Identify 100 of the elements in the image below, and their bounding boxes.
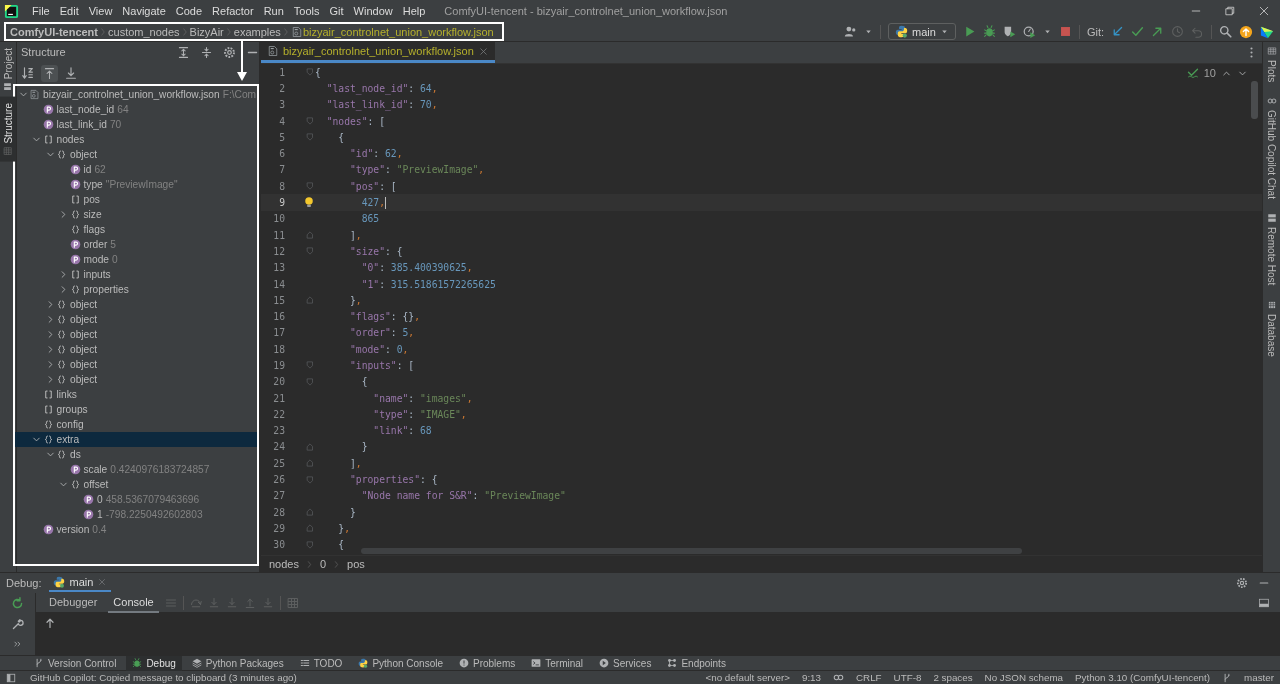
status-item[interactable]: CRLF bbox=[856, 672, 882, 683]
menu-item[interactable]: Git bbox=[324, 5, 349, 17]
status-item[interactable]: 2 spaces bbox=[933, 672, 973, 683]
settings-icon[interactable] bbox=[223, 45, 236, 59]
status-item[interactable]: UTF-8 bbox=[893, 672, 922, 683]
caret-icon[interactable] bbox=[1042, 27, 1052, 36]
fold-icon[interactable] bbox=[305, 181, 315, 192]
user-icon[interactable] bbox=[844, 25, 858, 38]
tab[interactable]: Debugger bbox=[44, 592, 103, 613]
tree-row[interactable]: size bbox=[15, 207, 257, 222]
tree-row[interactable]: order 5 bbox=[15, 237, 257, 252]
breadcrumb-item[interactable]: pos bbox=[347, 558, 365, 570]
undo-icon[interactable] bbox=[1191, 25, 1204, 38]
rerun-icon[interactable] bbox=[11, 597, 24, 610]
menu-item[interactable]: Help bbox=[397, 5, 431, 17]
breadcrumb-item[interactable]: custom_nodes bbox=[108, 25, 180, 38]
tree-row[interactable]: version 0.4 bbox=[15, 522, 257, 537]
layout-icon[interactable] bbox=[6, 672, 16, 683]
fold-icon[interactable] bbox=[305, 507, 315, 518]
restore-icon[interactable] bbox=[1224, 5, 1236, 17]
debug-tab[interactable]: main bbox=[49, 574, 112, 592]
tree-row[interactable]: links bbox=[15, 387, 257, 402]
fold-icon[interactable] bbox=[305, 458, 315, 469]
tool-window-button[interactable]: Debug bbox=[126, 655, 182, 671]
tree-row[interactable]: object bbox=[15, 297, 257, 312]
tree-row[interactable]: inputs bbox=[15, 267, 257, 282]
caret-icon[interactable] bbox=[864, 27, 874, 36]
fold-icon[interactable] bbox=[305, 67, 315, 78]
double-chevron-icon[interactable] bbox=[12, 639, 23, 649]
fold-icon[interactable] bbox=[305, 116, 315, 127]
sort-icon[interactable] bbox=[21, 66, 35, 80]
tree-row[interactable]: object bbox=[15, 312, 257, 327]
fold-icon[interactable] bbox=[305, 295, 315, 306]
breadcrumb-item[interactable]: examples bbox=[233, 25, 281, 38]
menu-item[interactable]: Window bbox=[348, 5, 398, 17]
expand-all-icon[interactable] bbox=[177, 45, 190, 59]
check-icon[interactable] bbox=[1131, 25, 1144, 38]
close-icon[interactable] bbox=[1258, 5, 1270, 17]
fold-icon[interactable] bbox=[305, 523, 315, 534]
arrow-icon[interactable] bbox=[1111, 25, 1124, 38]
breadcrumb-item[interactable]: 0 bbox=[320, 558, 327, 570]
bug-icon[interactable] bbox=[982, 25, 996, 38]
step-into-icon[interactable] bbox=[225, 596, 238, 609]
tree-row[interactable]: id 62 bbox=[15, 162, 257, 177]
tool-window-button[interactable]: Terminal bbox=[525, 655, 590, 671]
tree-row[interactable]: type "PreviewImage" bbox=[15, 177, 257, 192]
wrench-icon[interactable] bbox=[11, 618, 24, 631]
tool-window-button[interactable]: Python Packages bbox=[185, 655, 290, 671]
tree-row[interactable]: 0 458.5367079463696 bbox=[15, 492, 257, 507]
fold-icon[interactable] bbox=[305, 230, 315, 241]
clock-icon[interactable] bbox=[1171, 25, 1184, 38]
search-icon[interactable] bbox=[1219, 25, 1232, 38]
side-tab[interactable]: GitHub Copilot Chat bbox=[1266, 96, 1277, 200]
tree-row[interactable]: last_node_id 64 bbox=[15, 102, 257, 117]
grid-icon[interactable] bbox=[286, 596, 299, 609]
menu-item[interactable]: View bbox=[83, 5, 118, 17]
tool-window-button[interactable]: Version Control bbox=[28, 655, 123, 671]
cursor-step-icon[interactable] bbox=[261, 596, 274, 609]
tree-row[interactable]: pos bbox=[15, 192, 257, 207]
status-item[interactable]: 9:13 bbox=[801, 672, 821, 683]
tree-row[interactable]: bizyair_controlnet_union_workflow.json F:\Com bbox=[15, 87, 257, 102]
tree-row[interactable]: flags bbox=[15, 222, 257, 237]
layout-icon[interactable] bbox=[1258, 596, 1270, 609]
tool-window-button[interactable]: TODO bbox=[293, 655, 349, 671]
lightbulb-icon[interactable] bbox=[303, 196, 315, 209]
side-tab[interactable]: Project bbox=[0, 42, 16, 98]
tree-row[interactable]: config bbox=[15, 417, 257, 432]
editor-tab[interactable]: bizyair_controlnet_union_workflow.json bbox=[261, 42, 495, 63]
status-item[interactable]: <no default server> bbox=[705, 672, 790, 683]
tree-row[interactable]: 1 -798.2250492602803 bbox=[15, 507, 257, 522]
tree-row[interactable]: object bbox=[15, 372, 257, 387]
side-tab[interactable]: Structure bbox=[0, 97, 16, 162]
status-item[interactable]: Python 3.10 (ComfyUI-tencent) bbox=[1075, 672, 1211, 683]
run-config-dropdown[interactable]: main bbox=[888, 23, 956, 40]
menu-item[interactable]: File bbox=[27, 5, 55, 17]
side-tab[interactable]: Plots bbox=[1266, 46, 1277, 83]
breadcrumb-item[interactable]: ComfyUI-tencent bbox=[10, 25, 98, 38]
ide-logo-icon[interactable] bbox=[1260, 24, 1274, 39]
tree-row[interactable]: object bbox=[15, 147, 257, 162]
fold-icon[interactable] bbox=[305, 360, 315, 371]
tool-window-button[interactable]: Endpoints bbox=[661, 655, 732, 671]
scrollbar-thumb[interactable] bbox=[361, 548, 1022, 554]
side-tab[interactable]: Database bbox=[1266, 299, 1277, 357]
menu-item[interactable]: Refactor bbox=[207, 5, 259, 17]
fold-icon[interactable] bbox=[305, 246, 315, 257]
close-icon[interactable] bbox=[477, 45, 489, 57]
tree-row[interactable]: nodes bbox=[15, 132, 257, 147]
tree-row[interactable]: mode 0 bbox=[15, 252, 257, 267]
step-into-icon[interactable] bbox=[207, 596, 220, 609]
step-out-icon[interactable] bbox=[243, 596, 256, 609]
toggle-button[interactable] bbox=[41, 64, 58, 82]
tree-row[interactable]: last_link_id 70 bbox=[15, 117, 257, 132]
shield-icon[interactable] bbox=[1002, 25, 1016, 38]
fold-icon[interactable] bbox=[305, 474, 315, 485]
breadcrumb-item[interactable]: bizyair_controlnet_union_workflow.json bbox=[302, 25, 494, 38]
arrow-icon[interactable] bbox=[1151, 25, 1164, 38]
side-tab[interactable]: Remote Host bbox=[1266, 213, 1277, 286]
menu-item[interactable]: Run bbox=[258, 5, 289, 17]
menu-item[interactable]: Code bbox=[170, 5, 208, 17]
breadcrumb-item[interactable]: nodes bbox=[269, 558, 299, 570]
